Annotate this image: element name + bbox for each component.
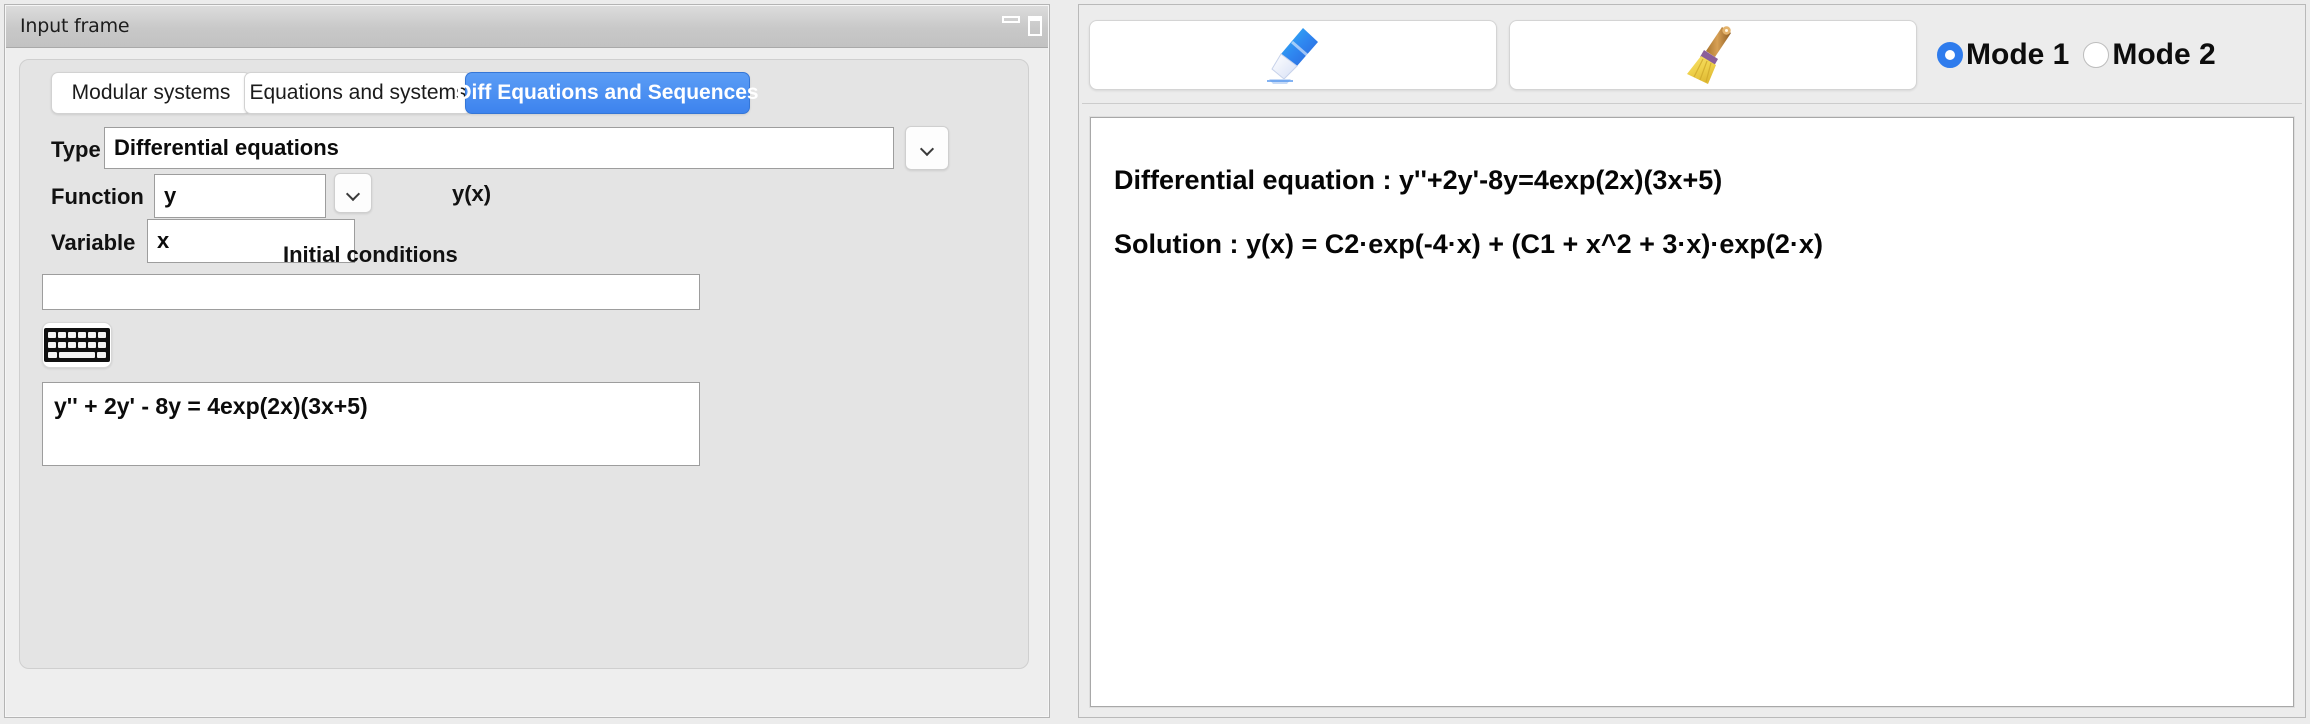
clear-broom-button[interactable] — [1509, 20, 1917, 90]
eraser-button[interactable] — [1089, 20, 1497, 90]
tab-diff-equations-and-sequences[interactable]: Diff Equations and Sequences — [456, 72, 759, 114]
window-title: Input frame — [20, 15, 130, 37]
tab-label: Modular systems — [71, 81, 231, 104]
app-root: Input frame Modular systems Equations an… — [0, 0, 2310, 724]
variable-label: Variable — [51, 230, 136, 255]
tab-modular-systems[interactable]: Modular systems — [51, 72, 251, 114]
output-window: Mode 1 Mode 2 Differential equation : y'… — [1078, 4, 2306, 718]
result-line-differential-equation: Differential equation : y''+2y'-8y=4exp(… — [1114, 165, 1723, 195]
radio-mode-2[interactable] — [2083, 42, 2110, 68]
tab-label: Equations and systems — [249, 81, 467, 104]
mode-radio-group: Mode 1 Mode 2 — [1937, 28, 2216, 82]
virtual-keyboard-button[interactable] — [42, 322, 112, 368]
type-label: Type — [51, 137, 101, 162]
input-frame-window: Input frame Modular systems Equations an… — [4, 4, 1050, 718]
output-toolbar: Mode 1 Mode 2 — [1082, 8, 2302, 104]
tab-equations-and-systems[interactable]: Equations and systems — [244, 72, 472, 114]
input-form-panel: Modular systems Equations and systems Di… — [19, 59, 1029, 669]
broom-icon — [1687, 26, 1731, 84]
mode-2-label[interactable]: Mode 2 — [2112, 38, 2215, 72]
mode-1-label[interactable]: Mode 1 — [1966, 38, 2069, 72]
initial-conditions-input[interactable] — [42, 274, 700, 310]
initial-conditions-title: Initial conditions — [283, 242, 458, 267]
function-field[interactable]: y — [154, 174, 326, 218]
chevron-down-icon — [921, 144, 934, 152]
window-titlebar: Input frame — [6, 6, 1048, 48]
function-label: Function — [51, 184, 144, 209]
keyboard-icon — [44, 328, 110, 362]
function-dropdown-button[interactable] — [334, 173, 372, 213]
maximize-icon[interactable] — [1028, 16, 1042, 36]
result-line-solution: Solution : y(x) = C2·exp(-4·x) + (C1 + x… — [1114, 229, 1823, 259]
type-dropdown-button[interactable] — [905, 126, 949, 170]
function-notation: y(x) — [452, 181, 492, 206]
equation-text: y'' + 2y' - 8y = 4exp(2x)(3x+5) — [54, 393, 368, 419]
type-field[interactable]: Differential equations — [104, 127, 894, 169]
eraser-icon — [1267, 28, 1318, 84]
result-output-area: Differential equation : y''+2y'-8y=4exp(… — [1090, 117, 2294, 707]
equation-input[interactable]: y'' + 2y' - 8y = 4exp(2x)(3x+5) — [42, 382, 700, 466]
chevron-down-icon — [347, 189, 360, 197]
tab-bar: Modular systems Equations and systems Di… — [51, 72, 759, 114]
radio-mode-1[interactable] — [1937, 42, 1963, 68]
tab-label: Diff Equations and Sequences — [456, 81, 759, 104]
minimize-icon[interactable] — [1002, 16, 1020, 23]
